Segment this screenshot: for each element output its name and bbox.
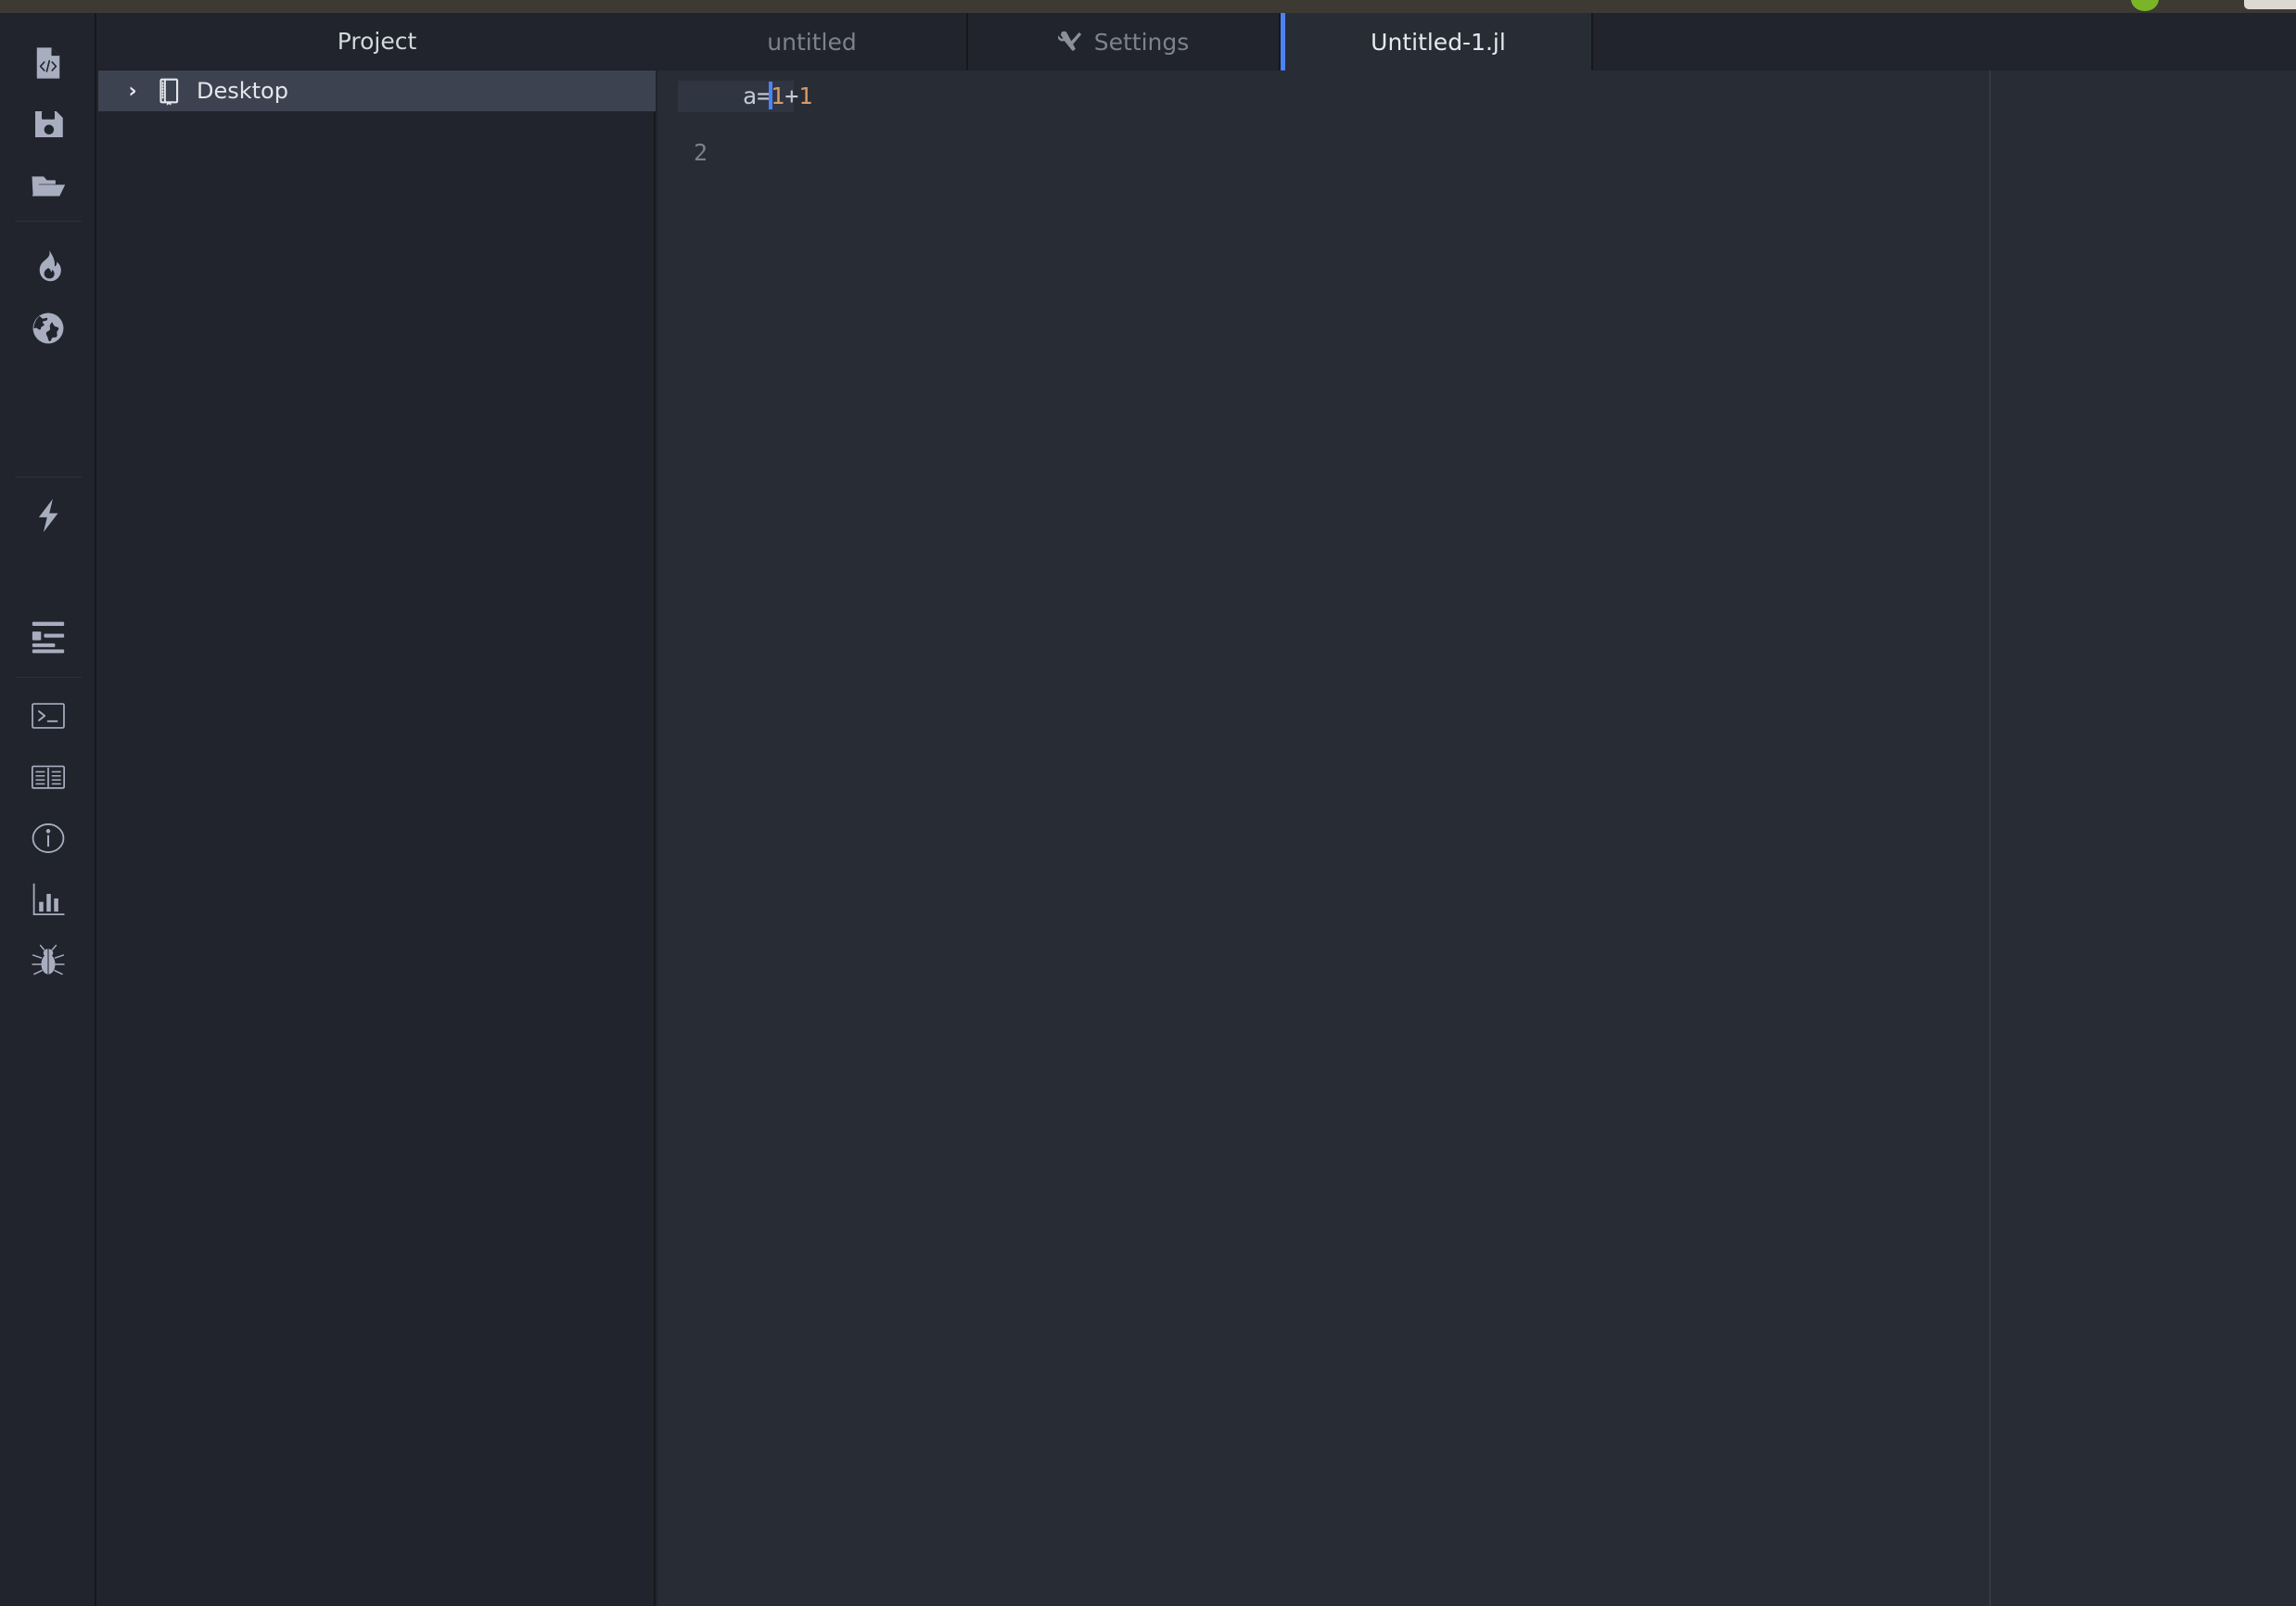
tab-untitled[interactable]: untitled xyxy=(657,13,968,70)
chevron-right-icon[interactable]: › xyxy=(121,79,145,103)
activity-bar xyxy=(0,13,96,1606)
file-tree: › Desktop xyxy=(98,70,656,1606)
activity-divider xyxy=(15,677,82,678)
plots-icon[interactable] xyxy=(0,872,96,927)
tree-item-label: Desktop xyxy=(197,78,288,104)
project-panel-title: Project xyxy=(337,28,417,55)
open-folder-icon[interactable] xyxy=(0,158,96,213)
editor-tab-bar: untitled Settings Untitled-1.jl xyxy=(657,13,2296,70)
tab-bar-empty-space xyxy=(1593,13,2296,70)
window-chrome-strip xyxy=(0,0,2296,13)
code-token-number: 1 xyxy=(771,82,785,109)
code-line-1[interactable]: 1 a=1+1 xyxy=(657,81,2296,112)
window-chrome-pill[interactable] xyxy=(2244,0,2296,9)
line-number: 2 xyxy=(693,138,708,166)
lightning-icon[interactable] xyxy=(0,488,96,543)
tools-icon xyxy=(1057,30,1083,55)
tab-label: untitled xyxy=(767,28,857,56)
tab-label: Untitled-1.jl xyxy=(1371,28,1506,56)
code-line-content[interactable]: a=1+1 xyxy=(715,81,813,111)
project-panel: Project › Desktop xyxy=(98,13,656,1606)
documentation-icon[interactable] xyxy=(0,749,96,805)
new-file-icon[interactable] xyxy=(0,35,96,91)
flame-icon[interactable] xyxy=(0,239,96,295)
tree-item-desktop[interactable]: › Desktop xyxy=(98,70,656,111)
notebook-icon xyxy=(154,76,184,106)
code-token-op: + xyxy=(784,82,799,109)
text-caret xyxy=(769,81,773,109)
traffic-light-green-icon[interactable] xyxy=(2131,0,2159,11)
globe-icon[interactable] xyxy=(0,300,96,356)
outline-icon[interactable] xyxy=(0,608,96,664)
editor-region: untitled Settings Untitled-1.jl 1 a=1+1 xyxy=(657,13,2296,1606)
code-editor[interactable]: 1 a=1+1 2 xyxy=(657,70,2296,1606)
tab-settings[interactable]: Settings xyxy=(968,13,1281,70)
activity-divider xyxy=(15,221,82,222)
terminal-icon[interactable] xyxy=(0,688,96,744)
code-token-number: 1 xyxy=(798,82,813,109)
code-line-2[interactable]: 2 xyxy=(657,138,2296,166)
debugger-icon[interactable] xyxy=(0,933,96,988)
project-panel-header[interactable]: Project xyxy=(98,13,656,70)
activity-divider xyxy=(15,477,82,478)
tab-untitled-1-jl[interactable]: Untitled-1.jl xyxy=(1281,13,1593,70)
save-icon[interactable] xyxy=(0,96,96,152)
info-icon[interactable] xyxy=(0,810,96,866)
tab-label: Settings xyxy=(1093,28,1190,56)
code-token-ident: a xyxy=(743,82,758,109)
